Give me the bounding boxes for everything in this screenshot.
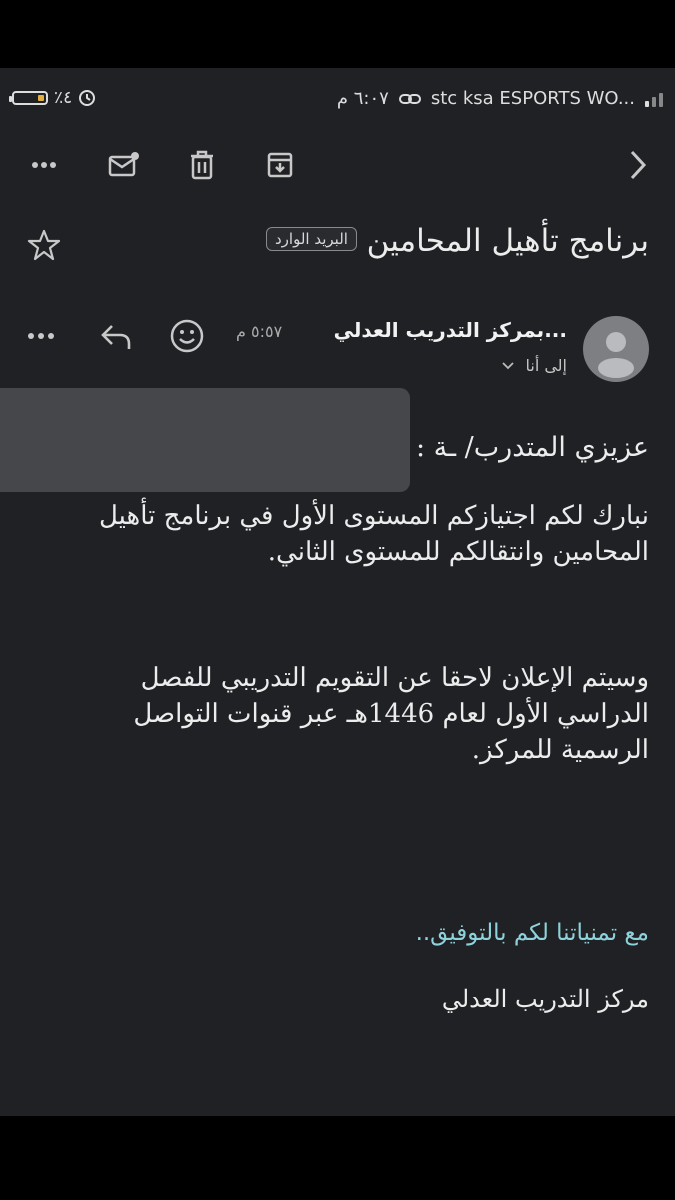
sender-avatar[interactable]: [583, 316, 649, 382]
link-icon: [398, 93, 421, 104]
person-icon: [598, 332, 634, 378]
status-right: ٦:٠٧ م stc ksa ESPORTS WO...: [337, 88, 663, 109]
inbox-label-chip[interactable]: البريد الوارد: [266, 227, 357, 251]
mark-unread-icon: [108, 152, 139, 177]
alarm-icon: [79, 90, 96, 106]
status-bar: ٪٤ ٦:٠٧ م stc ksa ESPORTS WO...: [0, 78, 675, 122]
sender-name[interactable]: ...بمركز التدريب العدلي: [334, 318, 567, 342]
status-left: ٪٤: [9, 88, 96, 108]
paragraph-announcement: وسيتم الإعلان لاحقا عن التقويم التدريبي …: [25, 660, 649, 768]
chevron-down-icon: [502, 362, 515, 370]
closing-text: مع تمنياتنا لكم بالتوفيق..: [415, 920, 649, 946]
status-time: ٦:٠٧ م: [336, 88, 389, 109]
paragraph-line: وسيتم الإعلان لاحقا عن التقويم التدريبي …: [140, 663, 649, 693]
more-icon: [32, 162, 56, 168]
reply-icon: [101, 325, 131, 349]
delete-icon: [191, 150, 213, 180]
archive-icon: [267, 152, 293, 178]
greeting-text: عزيزي المتدرب/ ـة :: [416, 432, 649, 463]
message-more-button[interactable]: [26, 316, 66, 356]
mark-unread-button[interactable]: [104, 145, 144, 185]
signature-text: مركز التدريب العدلي: [441, 985, 649, 1013]
recipients-label: إلى أنا: [525, 356, 567, 375]
archive-button[interactable]: [260, 145, 300, 185]
emoji-icon: [170, 319, 204, 353]
sender-row: ٥:٥٧ م ...بمركز التدريب العدلي إلى أنا: [0, 310, 675, 390]
paragraph-line: نبارك لكم اجتيازكم المستوى الأول في برنا…: [98, 501, 649, 531]
message-time: ٥:٥٧ م: [236, 322, 283, 341]
paragraph-line: الدراسي الأول لعام 1446هـ عبر قنوات التو…: [133, 699, 649, 729]
carrier-name: stc ksa ESPORTS WO...: [430, 88, 635, 109]
paragraph-line: الرسمية للمركز.: [471, 735, 649, 765]
back-button[interactable]: [618, 145, 658, 185]
battery-percent: ٪٤: [54, 88, 73, 108]
back-icon: [630, 150, 647, 180]
signal-icon: [645, 91, 663, 107]
delete-button[interactable]: [182, 145, 222, 185]
more-options-button[interactable]: [24, 145, 64, 185]
recipients-toggle[interactable]: إلى أنا: [502, 356, 567, 375]
more-icon: [28, 333, 54, 339]
email-toolbar: [0, 135, 675, 191]
star-icon: [27, 229, 61, 261]
battery-icon: [9, 91, 48, 105]
add-reaction-button[interactable]: [168, 316, 208, 356]
paragraph-line: المحامين وانتقالكم للمستوى الثاني.: [267, 537, 649, 567]
star-button[interactable]: [26, 227, 66, 267]
subject-row: البريد الوارد برنامج تأهيل المحامين: [0, 215, 675, 275]
paragraph-congrats: نبارك لكم اجتيازكم المستوى الأول في برنا…: [25, 498, 649, 570]
email-subject: برنامج تأهيل المحامين: [366, 223, 649, 259]
reply-button[interactable]: [98, 316, 138, 356]
